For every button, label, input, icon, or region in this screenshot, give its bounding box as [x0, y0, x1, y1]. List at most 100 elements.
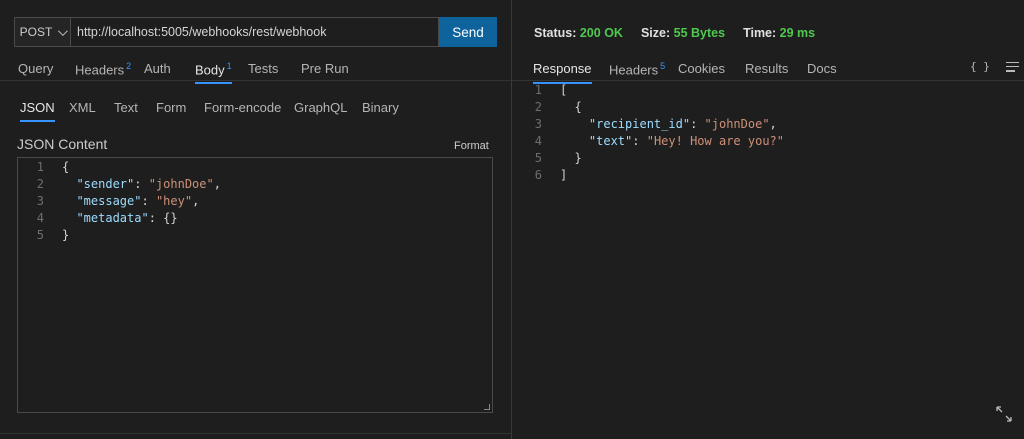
json-punct: }	[560, 151, 582, 165]
body-tab-text[interactable]: Text	[114, 100, 156, 115]
json-string: "hey"	[155, 194, 193, 208]
json-string: "Hey! How are you?"	[646, 134, 784, 148]
code-text: "message": "hey",	[44, 193, 199, 210]
request-pane: POST http://localhost:5005/webhooks/rest…	[0, 0, 511, 439]
json-punct	[62, 177, 76, 191]
json-punct: {	[62, 160, 70, 174]
braces-icon[interactable]: { }	[970, 60, 990, 73]
json-punct: }	[62, 228, 70, 242]
request-tabs: Query Headers 2 Auth Body 1 Tests Pre Run	[18, 61, 361, 85]
code-line: 1{	[18, 159, 492, 176]
body-tab-json[interactable]: JSON	[20, 100, 55, 122]
tab-label: Cookies	[678, 61, 725, 76]
code-text: {	[44, 159, 69, 176]
response-tab-docs[interactable]: Docs	[807, 61, 847, 77]
code-line: 4 "metadata": {}	[18, 210, 492, 227]
code-line: 6]	[516, 167, 784, 184]
response-body-viewer: 1[2 {3 "recipient_id": "johnDoe", 4 "text…	[516, 82, 784, 184]
code-text: "metadata": {}	[44, 210, 178, 227]
tab-label: Docs	[807, 61, 837, 76]
body-tab-form-encode[interactable]: Form-encode	[204, 100, 294, 115]
code-line: 3 "message": "hey",	[18, 193, 492, 210]
tab-label: Tests	[248, 61, 279, 76]
resize-handle[interactable]	[484, 404, 490, 410]
response-tab-results[interactable]: Results	[745, 61, 807, 77]
json-key: "sender"	[76, 177, 135, 191]
tab-headers[interactable]: Headers 2	[75, 61, 144, 77]
tab-badge: 5	[660, 61, 666, 71]
json-punct: ,	[213, 177, 221, 191]
response-tab-headers[interactable]: Headers 5	[609, 61, 678, 77]
tab-label: Auth	[144, 61, 171, 76]
line-number: 2	[534, 100, 542, 114]
json-punct: ,	[769, 117, 777, 131]
send-button[interactable]: Send	[439, 17, 497, 47]
size-info: Size: 55 Bytes	[641, 26, 725, 40]
tab-label: Body	[195, 62, 225, 78]
json-key: "message"	[76, 194, 142, 208]
status-label: Status:	[534, 26, 577, 40]
json-punct: :	[632, 134, 647, 148]
line-number: 3	[36, 194, 44, 208]
json-key: "metadata"	[76, 211, 149, 225]
chevron-down-icon	[58, 25, 69, 36]
code-text: }	[44, 227, 69, 244]
code-text: {	[542, 99, 581, 116]
tab-badge: 1	[226, 61, 232, 71]
expand-icon[interactable]	[995, 405, 1013, 423]
line-number: 4	[534, 134, 542, 148]
line-number: 5	[534, 151, 542, 165]
body-type-tabs: JSON XML Text Form Form-encode GraphQL Binary	[20, 100, 412, 122]
code-line: 1[	[516, 82, 784, 99]
app-root: POST http://localhost:5005/webhooks/rest…	[0, 0, 1024, 439]
request-body-editor[interactable]: 1{2 "sender": "johnDoe", 3 "message": "he…	[17, 157, 493, 413]
tab-auth[interactable]: Auth	[144, 61, 195, 77]
time-info: Time: 29 ms	[743, 26, 815, 40]
code-line: 5 }	[516, 150, 784, 167]
line-number: 4	[36, 211, 44, 225]
tab-tests[interactable]: Tests	[248, 61, 301, 77]
code-line: 2 "sender": "johnDoe",	[18, 176, 492, 193]
json-punct	[560, 134, 589, 148]
method-label: POST	[19, 25, 53, 39]
line-number: 6	[534, 168, 542, 182]
json-punct: :	[690, 117, 705, 131]
url-input[interactable]: http://localhost:5005/webhooks/rest/webh…	[70, 17, 439, 47]
json-key: "text"	[588, 134, 633, 148]
json-punct: : {}	[148, 211, 178, 225]
time-label: Time:	[743, 26, 777, 40]
response-tab-cookies[interactable]: Cookies	[678, 61, 745, 77]
response-toolbar: { }	[970, 60, 1019, 73]
body-tab-form[interactable]: Form	[156, 100, 204, 115]
json-string: "johnDoe"	[704, 117, 770, 131]
response-tab-response[interactable]: Response	[533, 61, 592, 85]
time-value: 29 ms	[779, 26, 816, 40]
tab-label: Headers	[609, 62, 659, 78]
line-number: 3	[534, 117, 542, 131]
tab-body[interactable]: Body 1	[195, 61, 232, 85]
tab-label: Response	[533, 61, 592, 76]
json-punct	[560, 117, 589, 131]
code-line: 4 "text": "Hey! How are you?"	[516, 133, 784, 150]
code-text: "text": "Hey! How are you?"	[542, 133, 784, 150]
code-line: 3 "recipient_id": "johnDoe",	[516, 116, 784, 133]
lines-icon[interactable]	[1005, 61, 1019, 72]
status-value: 200 OK	[579, 26, 623, 40]
tab-pre-run[interactable]: Pre Run	[301, 61, 361, 77]
format-button[interactable]: Format	[454, 140, 489, 152]
body-tab-graphql[interactable]: GraphQL	[294, 100, 362, 115]
tab-query[interactable]: Query	[18, 61, 75, 77]
method-select[interactable]: POST	[14, 17, 70, 47]
body-tab-xml[interactable]: XML	[69, 100, 114, 115]
json-punct: [	[560, 83, 568, 97]
line-number: 2	[36, 177, 44, 191]
json-punct	[62, 194, 76, 208]
line-number: 1	[534, 83, 542, 97]
tabs-divider	[0, 80, 511, 81]
body-tab-binary[interactable]: Binary	[362, 100, 412, 115]
bottom-divider	[0, 433, 511, 434]
response-tabs: Response Headers 5 Cookies Results Docs	[533, 61, 847, 85]
code-line: 2 {	[516, 99, 784, 116]
tab-badge: 2	[126, 61, 132, 71]
line-number: 5	[36, 228, 44, 242]
